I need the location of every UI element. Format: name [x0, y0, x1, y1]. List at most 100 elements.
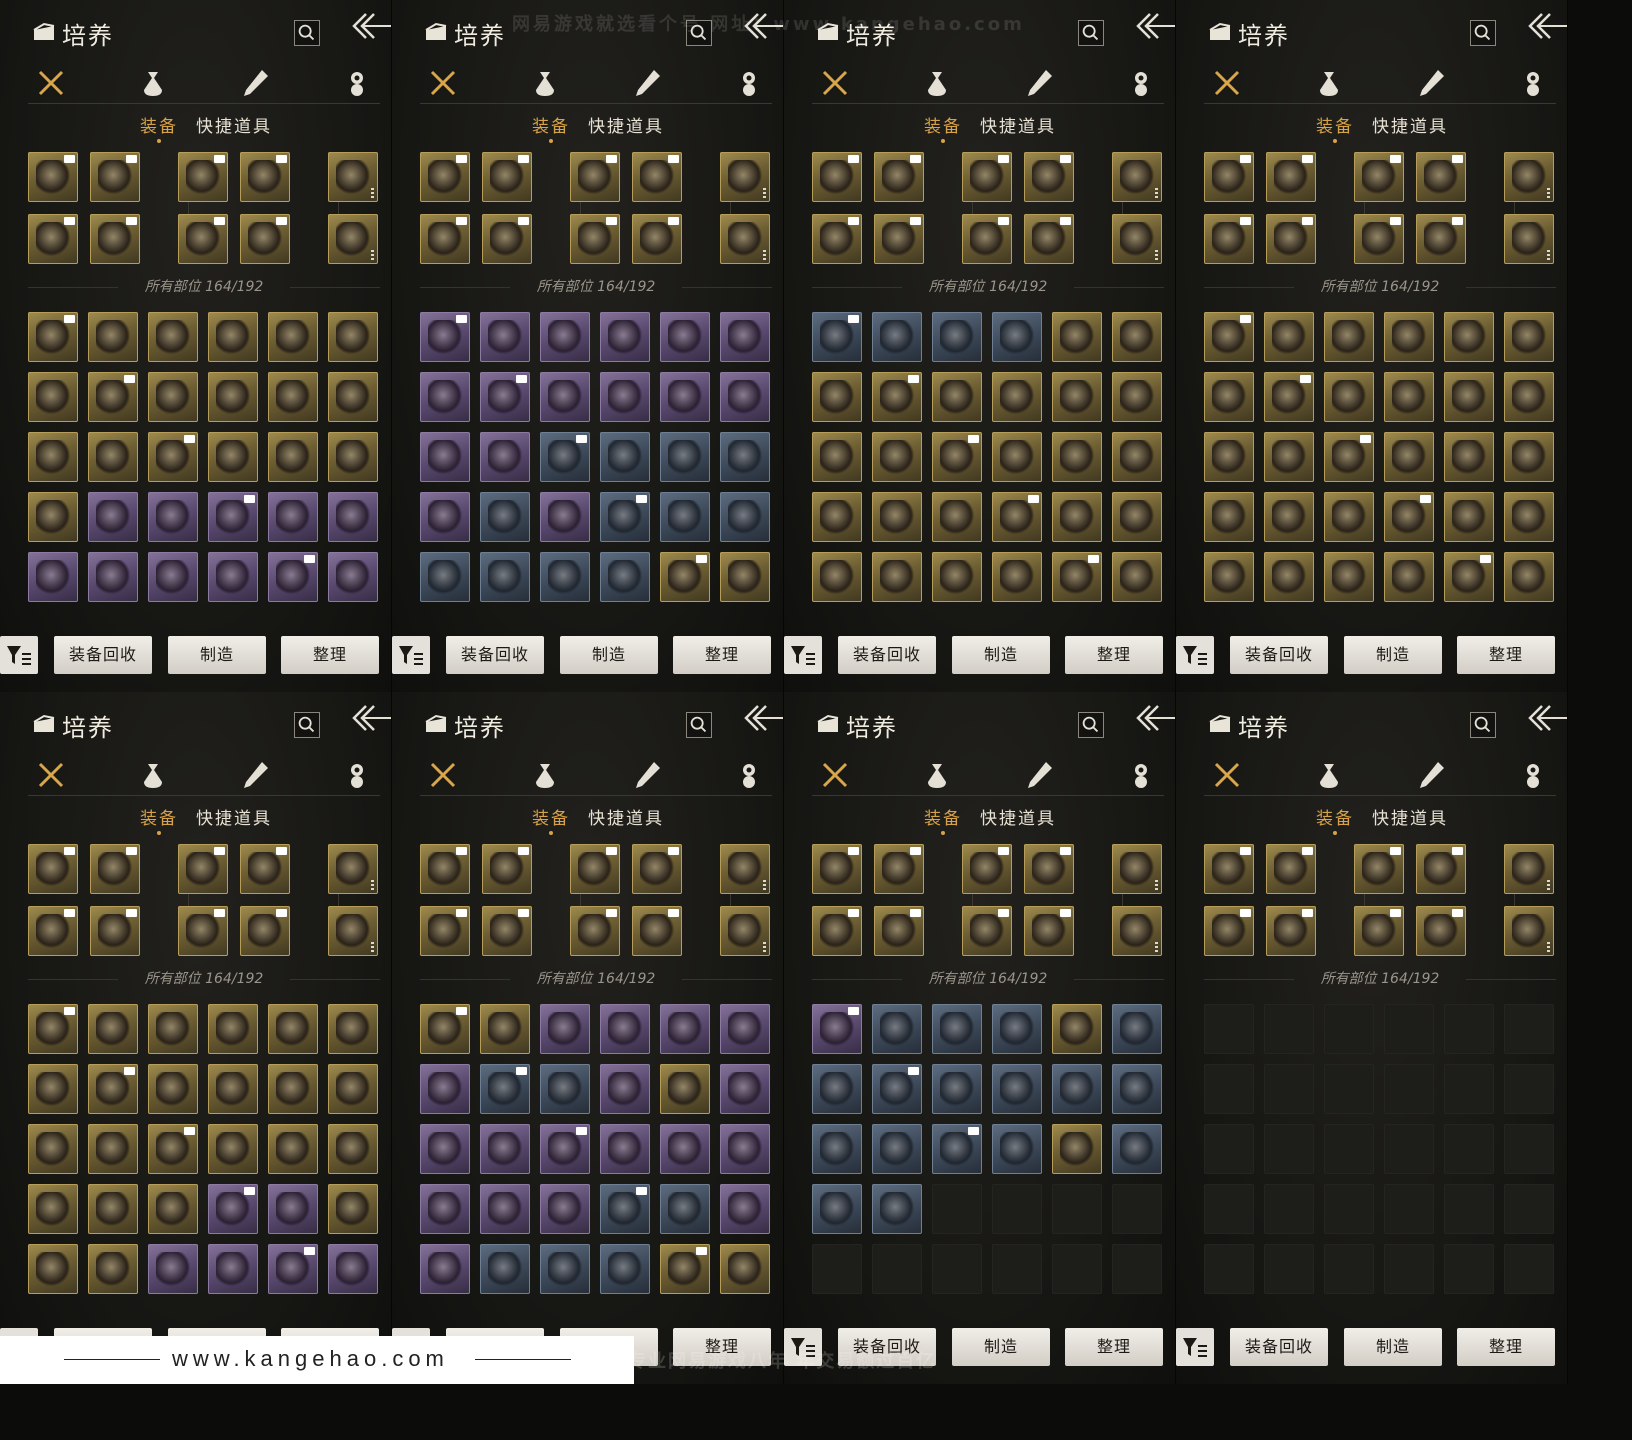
item-slot[interactable]	[1052, 432, 1102, 482]
search-button[interactable]	[294, 20, 320, 46]
item-slot[interactable]	[1204, 312, 1254, 362]
item-slot[interactable]	[178, 906, 228, 956]
pouch-icon[interactable]	[922, 68, 952, 98]
item-slot[interactable]	[28, 1124, 78, 1174]
item-slot[interactable]	[482, 152, 532, 202]
item-slot[interactable]	[720, 1244, 770, 1294]
item-slot[interactable]	[88, 312, 138, 362]
item-slot[interactable]	[600, 552, 650, 602]
item-slot[interactable]	[1264, 432, 1314, 482]
item-slot[interactable]	[148, 1244, 198, 1294]
item-slot[interactable]	[268, 1004, 318, 1054]
item-slot[interactable]	[178, 152, 228, 202]
item-slot[interactable]	[28, 552, 78, 602]
sort-button[interactable]: 整理	[1457, 1328, 1555, 1366]
item-slot[interactable]	[600, 1244, 650, 1294]
empty-slot[interactable]	[1264, 1244, 1314, 1294]
item-slot[interactable]	[874, 906, 924, 956]
search-button[interactable]	[1078, 20, 1104, 46]
empty-slot[interactable]	[1204, 1184, 1254, 1234]
item-slot[interactable]	[932, 432, 982, 482]
empty-slot[interactable]	[1324, 1124, 1374, 1174]
item-slot[interactable]	[600, 1184, 650, 1234]
item-slot[interactable]	[28, 432, 78, 482]
item-slot[interactable]	[1264, 552, 1314, 602]
crossed-swords-icon[interactable]	[1212, 68, 1242, 98]
item-slot[interactable]	[148, 552, 198, 602]
search-button[interactable]	[686, 712, 712, 738]
tag-icon[interactable]	[1518, 68, 1548, 98]
search-button[interactable]	[1470, 712, 1496, 738]
item-slot[interactable]	[268, 432, 318, 482]
item-slot[interactable]	[1112, 844, 1162, 894]
item-slot[interactable]	[932, 1064, 982, 1114]
item-slot[interactable]	[812, 432, 862, 482]
item-slot[interactable]	[872, 1004, 922, 1054]
item-slot[interactable]	[328, 906, 378, 956]
crossed-swords-icon[interactable]	[428, 68, 458, 98]
tab-equipment[interactable]: 装备	[532, 804, 570, 829]
item-slot[interactable]	[28, 152, 78, 202]
item-slot[interactable]	[872, 552, 922, 602]
item-slot[interactable]	[1324, 492, 1374, 542]
item-slot[interactable]	[812, 152, 862, 202]
item-slot[interactable]	[720, 1064, 770, 1114]
item-slot[interactable]	[240, 214, 290, 264]
item-slot[interactable]	[540, 1064, 590, 1114]
item-slot[interactable]	[90, 152, 140, 202]
item-slot[interactable]	[240, 906, 290, 956]
item-slot[interactable]	[632, 152, 682, 202]
item-slot[interactable]	[540, 1124, 590, 1174]
item-slot[interactable]	[148, 492, 198, 542]
scroll-icon[interactable]	[632, 68, 662, 98]
item-slot[interactable]	[1504, 214, 1554, 264]
item-slot[interactable]	[420, 1184, 470, 1234]
item-slot[interactable]	[570, 844, 620, 894]
item-slot[interactable]	[148, 1124, 198, 1174]
item-slot[interactable]	[1444, 312, 1494, 362]
item-slot[interactable]	[328, 492, 378, 542]
item-slot[interactable]	[962, 152, 1012, 202]
empty-slot[interactable]	[1204, 1004, 1254, 1054]
item-slot[interactable]	[812, 1064, 862, 1114]
tab-quick-items[interactable]: 快捷道具	[980, 112, 1056, 137]
crossed-swords-icon[interactable]	[820, 760, 850, 790]
empty-slot[interactable]	[1324, 1064, 1374, 1114]
item-slot[interactable]	[420, 312, 470, 362]
tag-icon[interactable]	[1126, 68, 1156, 98]
item-slot[interactable]	[812, 552, 862, 602]
item-slot[interactable]	[28, 214, 78, 264]
sort-button[interactable]: 整理	[1065, 1328, 1163, 1366]
item-slot[interactable]	[28, 1184, 78, 1234]
item-slot[interactable]	[812, 312, 862, 362]
item-slot[interactable]	[208, 1244, 258, 1294]
item-slot[interactable]	[932, 1004, 982, 1054]
scroll-icon[interactable]	[240, 68, 270, 98]
item-slot[interactable]	[1204, 152, 1254, 202]
item-slot[interactable]	[1204, 492, 1254, 542]
recycle-equipment-button[interactable]: 装备回收	[838, 636, 936, 674]
tab-equipment[interactable]: 装备	[140, 804, 178, 829]
craft-button[interactable]: 制造	[952, 636, 1050, 674]
item-slot[interactable]	[1112, 1004, 1162, 1054]
item-slot[interactable]	[328, 1244, 378, 1294]
item-slot[interactable]	[600, 1064, 650, 1114]
recycle-equipment-button[interactable]: 装备回收	[54, 636, 152, 674]
item-slot[interactable]	[28, 1064, 78, 1114]
item-slot[interactable]	[1384, 312, 1434, 362]
item-slot[interactable]	[874, 214, 924, 264]
item-slot[interactable]	[872, 372, 922, 422]
item-slot[interactable]	[812, 372, 862, 422]
back-arrow-icon[interactable]	[348, 10, 392, 44]
item-slot[interactable]	[420, 152, 470, 202]
item-slot[interactable]	[872, 1124, 922, 1174]
tab-quick-items[interactable]: 快捷道具	[196, 804, 272, 829]
empty-slot[interactable]	[1384, 1124, 1434, 1174]
item-slot[interactable]	[1204, 432, 1254, 482]
item-slot[interactable]	[1324, 372, 1374, 422]
craft-button[interactable]: 制造	[952, 1328, 1050, 1366]
item-slot[interactable]	[90, 214, 140, 264]
item-slot[interactable]	[812, 1124, 862, 1174]
item-slot[interactable]	[632, 906, 682, 956]
item-slot[interactable]	[420, 906, 470, 956]
